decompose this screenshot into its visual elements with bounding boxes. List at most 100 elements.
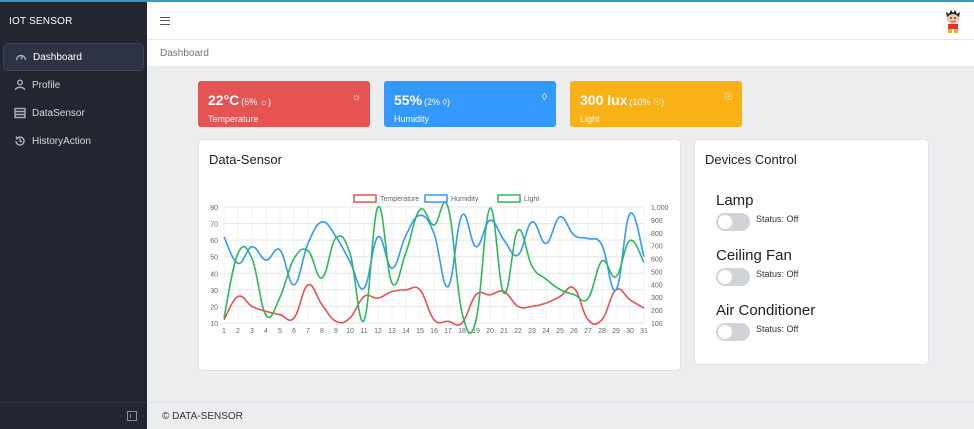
light-card: 300 lux (10% ☉) Light ☉ [570, 81, 742, 127]
legend-swatch-humidity [424, 194, 448, 203]
breadcrumb: Dashboard [147, 40, 974, 67]
x-tick-label: 20 [486, 328, 494, 335]
legend-label-humidity: Humidity [451, 196, 479, 203]
y-left-tick-label: 20 [210, 304, 218, 311]
x-tick-label: 25 [556, 328, 564, 335]
speedometer-icon [14, 51, 27, 64]
x-tick-label: 2 [236, 328, 240, 335]
sun-icon: ☼ [351, 92, 361, 103]
ceiling-fan-toggle[interactable] [716, 268, 750, 286]
sensor-line-chart: 10 20 30 40 50 60 70 80 100 200 300 400 500 600 700 800… [210, 194, 669, 335]
history-icon [13, 135, 26, 148]
x-tick-label: 8 [320, 328, 324, 335]
device-status: Status: Off [756, 324, 799, 334]
sidebar-item-historyaction[interactable]: HistoryAction [3, 127, 144, 155]
y-left-tick-label: 40 [210, 271, 218, 278]
y-right-tick-label: 700 [651, 244, 663, 251]
devices-title: Devices Control [705, 152, 797, 167]
legend-label-temperature: Temperature [380, 196, 419, 203]
x-tick-label: 1 [222, 328, 226, 335]
sidebar-item-label: HistoryAction [32, 135, 91, 147]
sidebar-item-label: Dashboard [33, 51, 82, 63]
temperature-label: Temperature [208, 114, 259, 124]
temperature-value: 22°C [208, 92, 240, 108]
x-tick-label: 26 [570, 328, 578, 335]
devices-card: Devices Control Lamp Status: Off Ceiling… [694, 139, 929, 365]
temperature-card: 22°C (5% ☼) Temperature ☼ [198, 81, 370, 127]
x-tick-label: 17 [444, 328, 452, 335]
y-left-tick-label: 50 [210, 255, 218, 262]
device-status: Status: Off [756, 269, 799, 279]
temperature-change: (5% ☼) [241, 97, 272, 107]
hamburger-menu-icon[interactable] [160, 16, 170, 25]
y-left-tick-label: 10 [210, 321, 218, 328]
x-tick-label: 29 [612, 328, 620, 335]
x-tick-label: 14 [402, 328, 410, 335]
x-tick-label: 5 [278, 328, 282, 335]
y-right-tick-label: 1,000 [651, 205, 669, 212]
header [147, 0, 974, 40]
y-right-tick-label: 600 [651, 257, 663, 264]
humidity-card: 55% (2% ◊) Humidity ◊ [384, 81, 556, 127]
y-left-tick-label: 30 [210, 288, 218, 295]
device-air-conditioner: Air Conditioner Status: Off [716, 302, 815, 341]
humidity-label: Humidity [394, 114, 430, 124]
x-tick-label: 23 [528, 328, 536, 335]
y-right-tick-label: 300 [651, 295, 663, 302]
air-conditioner-toggle[interactable] [716, 323, 750, 341]
light-label: Light [580, 114, 600, 124]
legend-swatch-light [497, 194, 521, 203]
x-tick-label: 15 [416, 328, 424, 335]
x-tick-label: 18 [458, 328, 466, 335]
x-tick-label: 11 [360, 328, 367, 335]
droplet-icon: ◊ [542, 92, 547, 103]
device-name: Lamp [716, 192, 754, 209]
x-tick-label: 9 [334, 328, 338, 335]
lightbulb-icon: ☉ [724, 92, 733, 103]
sidebar-footer [0, 402, 147, 429]
device-status: Status: Off [756, 214, 799, 224]
sidebar-item-label: DataSensor [32, 107, 85, 119]
x-tick-label: 10 [346, 328, 354, 335]
light-change: (10% ☉) [629, 97, 665, 107]
avatar[interactable] [943, 8, 963, 34]
y-left-tick-label: 80 [210, 205, 218, 212]
device-name: Ceiling Fan [716, 247, 792, 264]
x-tick-label: 22 [514, 328, 522, 335]
y-right-tick-label: 100 [651, 321, 663, 328]
y-right-tick-label: 800 [651, 231, 663, 238]
x-tick-label: 16 [430, 328, 438, 335]
sidebar-item-profile[interactable]: Profile [3, 71, 144, 99]
y-right-tick-label: 900 [651, 218, 663, 225]
legend-label-light: Light [524, 196, 539, 203]
y-right-tick-label: 500 [651, 269, 663, 276]
humidity-change: (2% ◊) [424, 97, 450, 107]
x-tick-label: 21 [500, 328, 508, 335]
x-tick-label: 31 [640, 328, 648, 335]
chart-card: Data-Sensor 10 20 30 40 50 60 70 80 100 200 300 400… [198, 139, 681, 371]
footer: © DATA-SENSOR [147, 402, 974, 429]
list-icon [13, 107, 26, 120]
sidebar-item-datasensor[interactable]: DataSensor [3, 99, 144, 127]
x-tick-label: 4 [264, 328, 268, 335]
x-tick-label: 6 [292, 328, 296, 335]
sidebar-collapse-icon[interactable] [127, 411, 137, 421]
light-value: 300 lux [580, 92, 628, 108]
x-tick-label: 12 [374, 328, 382, 335]
y-left-tick-label: 60 [210, 238, 218, 245]
x-tick-label: 27 [584, 328, 592, 335]
device-ceiling-fan: Ceiling Fan Status: Off [716, 247, 798, 286]
brand-title: IOT SENSOR [0, 0, 147, 40]
device-lamp: Lamp Status: Off [716, 192, 798, 231]
sidebar: IOT SENSOR Dashboard Profile DataSensor … [0, 0, 147, 429]
device-name: Air Conditioner [716, 302, 816, 319]
y-right-tick-label: 200 [651, 308, 663, 315]
sidebar-item-dashboard[interactable]: Dashboard [3, 43, 144, 71]
lamp-toggle[interactable] [716, 213, 750, 231]
x-tick-label: 24 [542, 328, 550, 335]
x-tick-label: 30 [626, 328, 634, 335]
legend-swatch-temperature [353, 194, 377, 203]
x-tick-label: 28 [598, 328, 606, 335]
user-icon [13, 79, 26, 92]
x-tick-label: 13 [388, 328, 396, 335]
